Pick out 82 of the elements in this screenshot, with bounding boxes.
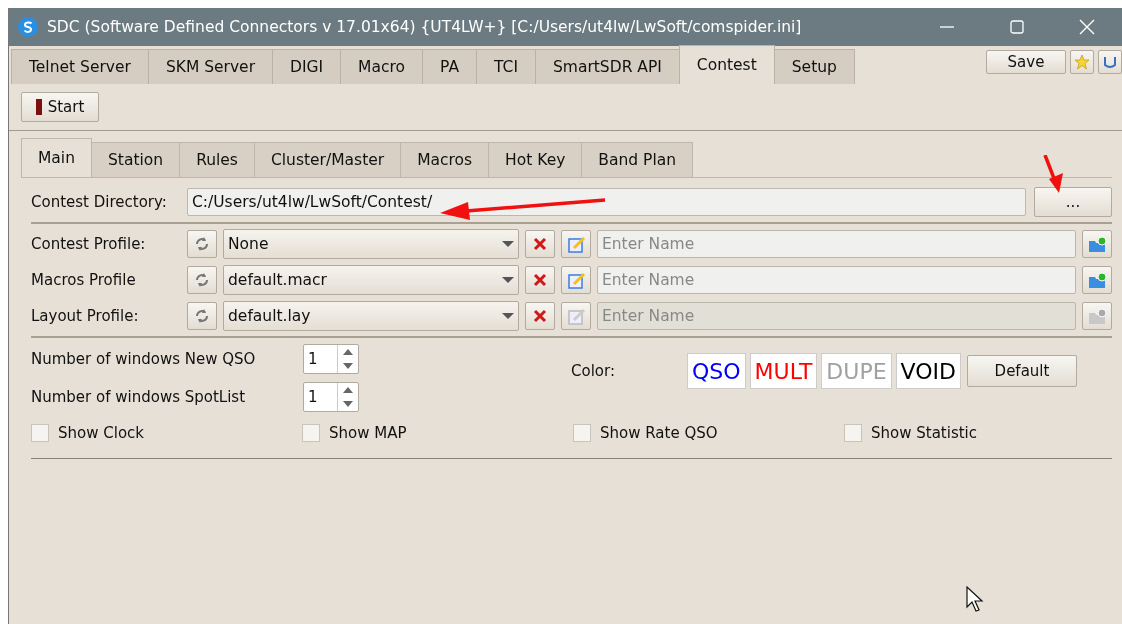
save-button[interactable]: Save bbox=[986, 50, 1066, 74]
edit-button[interactable] bbox=[561, 266, 591, 294]
tab[interactable]: Station bbox=[91, 142, 181, 177]
checkbox[interactable] bbox=[844, 424, 862, 442]
annotation-arrow bbox=[1043, 155, 1063, 193]
refresh-button[interactable] bbox=[187, 302, 217, 330]
refresh-icon bbox=[193, 235, 211, 253]
checkbox[interactable] bbox=[302, 424, 320, 442]
checkbox-label: Show MAP bbox=[329, 424, 407, 442]
tab[interactable]: PA bbox=[422, 49, 477, 84]
up-arrow-icon[interactable] bbox=[343, 387, 353, 393]
checkbox[interactable] bbox=[573, 424, 591, 442]
field-label: Layout Profile: bbox=[31, 307, 140, 325]
tab[interactable]: Hot Key bbox=[488, 142, 583, 177]
tab[interactable]: Setup bbox=[773, 49, 855, 84]
maximize-icon bbox=[1010, 20, 1024, 34]
start-button[interactable]: Start bbox=[21, 92, 99, 122]
color-swatch[interactable]: VOID bbox=[895, 353, 961, 389]
tab[interactable]: Band Plan bbox=[581, 142, 694, 177]
x-icon bbox=[533, 237, 547, 251]
profile-dropdown[interactable]: None bbox=[223, 229, 519, 259]
tab[interactable]: SmartSDR API bbox=[534, 49, 680, 84]
tab[interactable]: TCI bbox=[476, 49, 536, 84]
down-arrow-icon[interactable] bbox=[343, 363, 353, 369]
edit-icon bbox=[567, 307, 585, 325]
add-button[interactable] bbox=[1082, 302, 1112, 330]
color-swatch[interactable]: QSO bbox=[687, 353, 746, 389]
profile-dropdown[interactable]: default.macr bbox=[223, 265, 519, 295]
dropdown-arrow-icon bbox=[502, 313, 514, 319]
field-label: Contest Profile: bbox=[31, 235, 147, 253]
tab[interactable]: DIGI bbox=[272, 49, 342, 84]
edit-button[interactable] bbox=[561, 230, 591, 258]
tab[interactable]: SKM Server bbox=[147, 49, 273, 84]
up-arrow-icon[interactable] bbox=[343, 349, 353, 355]
field-label: Contest Directory: bbox=[31, 193, 168, 211]
window-title: SDC (Software Defined Connectors v 17.01x64) {UT4LW+} [C:/Users/ut4lw/LwSoft/comspider.ini] bbox=[47, 18, 803, 36]
add-button[interactable] bbox=[1082, 230, 1112, 258]
favorite-button[interactable] bbox=[1070, 50, 1094, 74]
default-button[interactable]: Default bbox=[967, 355, 1077, 387]
tab[interactable]: Cluster/Master bbox=[253, 142, 402, 177]
checkbox-label: Show Rate QSO bbox=[600, 424, 718, 442]
tab[interactable]: Telnet Server bbox=[11, 49, 149, 84]
delete-button[interactable] bbox=[525, 230, 555, 258]
x-icon bbox=[533, 309, 547, 323]
folder-icon bbox=[1087, 307, 1107, 325]
field-label: Number of windows SpotList bbox=[31, 388, 247, 406]
delete-button[interactable] bbox=[525, 302, 555, 330]
checkbox[interactable] bbox=[31, 424, 49, 442]
refresh-icon bbox=[193, 271, 211, 289]
edit-icon bbox=[567, 271, 585, 289]
number-spinner[interactable]: 1 bbox=[303, 382, 359, 412]
tab[interactable]: Main bbox=[21, 138, 92, 177]
folder-icon bbox=[1087, 235, 1107, 253]
refresh-icon bbox=[193, 307, 211, 325]
cup-icon bbox=[1102, 54, 1118, 70]
add-button[interactable] bbox=[1082, 266, 1112, 294]
checkbox-label: Show Statistic bbox=[871, 424, 977, 442]
field-label: Number of windows New QSO bbox=[31, 350, 257, 368]
app-logo-icon bbox=[17, 16, 39, 38]
down-arrow-icon[interactable] bbox=[343, 401, 353, 407]
close-icon bbox=[1079, 19, 1095, 35]
checkbox-label: Show Clock bbox=[58, 424, 144, 442]
dropdown-arrow-icon bbox=[502, 277, 514, 283]
field-label: Macros Profile bbox=[31, 271, 137, 289]
color-label: Color: bbox=[571, 362, 616, 380]
tab[interactable]: Rules bbox=[179, 142, 255, 177]
x-icon bbox=[533, 273, 547, 287]
mouse-cursor-icon bbox=[966, 586, 984, 613]
refresh-button[interactable] bbox=[187, 266, 217, 294]
dropdown-arrow-icon bbox=[502, 241, 514, 247]
delete-button[interactable] bbox=[525, 266, 555, 294]
tab[interactable]: Macros bbox=[400, 142, 490, 177]
edit-icon bbox=[567, 235, 585, 253]
folder-icon bbox=[1087, 271, 1107, 289]
refresh-button[interactable] bbox=[187, 230, 217, 258]
color-swatch[interactable]: MULT bbox=[749, 353, 818, 389]
directory-field[interactable]: C:/Users/ut4lw/LwSoft/Contest/ bbox=[187, 188, 1026, 216]
browse-button[interactable]: ... bbox=[1034, 187, 1112, 217]
tab[interactable]: Macro bbox=[340, 49, 424, 84]
toolbar-button[interactable] bbox=[1098, 50, 1122, 74]
number-spinner[interactable]: 1 bbox=[303, 344, 359, 374]
star-icon bbox=[1074, 54, 1090, 70]
